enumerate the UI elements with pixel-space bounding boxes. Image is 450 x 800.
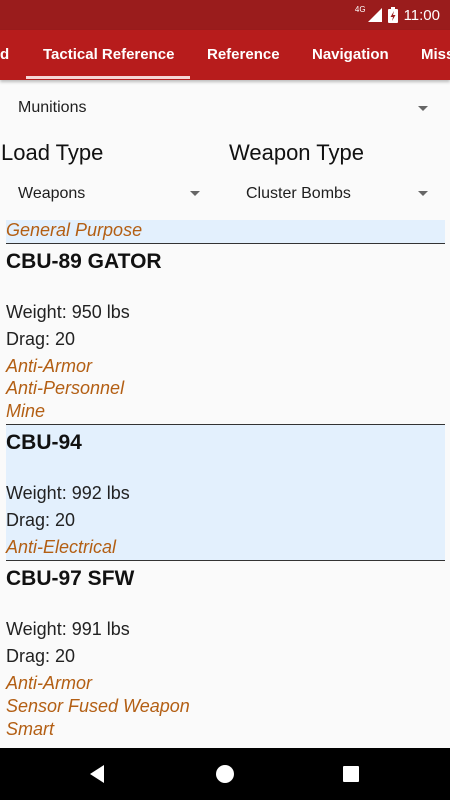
weapon-name: CBU-94 <box>6 431 82 454</box>
load-type-dropdown[interactable]: Weapons <box>0 176 220 212</box>
tab-reference[interactable]: Reference <box>207 30 280 80</box>
weapon-name: CBU-97 SFW <box>6 567 135 590</box>
weapon-tag: Anti-Armor <box>6 673 93 693</box>
tab-bar: d Tactical Reference Reference Navigatio… <box>0 30 450 80</box>
signal-icon <box>367 8 382 22</box>
weapon-weight: Weight: 950 lbs <box>6 302 130 322</box>
weapon-list[interactable]: General Purpose CBU-89 GATOR Weight: 950… <box>0 220 450 748</box>
app-screen: 4G 11:00 d Tactical Reference Reference … <box>0 0 450 800</box>
dropdown-arrow-icon <box>418 191 428 196</box>
weapon-weight: Weight: 992 lbs <box>6 483 130 503</box>
weapon-type-value: Cluster Bombs <box>246 185 351 202</box>
dropdown-arrow-icon <box>190 191 200 196</box>
load-type-label: Load Type <box>1 140 104 165</box>
load-type-value: Weapons <box>18 185 86 202</box>
weapon-tag: Anti-Electrical <box>6 537 117 557</box>
weapon-type-label: Weapon Type <box>229 140 364 165</box>
weapon-drag: Drag: 20 <box>6 646 76 666</box>
weapon-drag: Drag: 20 <box>6 510 76 530</box>
weapon-tag: Anti-Personnel <box>6 378 125 398</box>
navigation-bar <box>0 748 450 800</box>
weapon-tag: Mine <box>6 401 46 421</box>
tab-partial-right[interactable]: Miss <box>421 30 450 80</box>
home-icon[interactable] <box>216 765 234 783</box>
category-value: Munitions <box>18 99 87 116</box>
tab-tactical-reference[interactable]: Tactical Reference <box>43 30 174 80</box>
weapon-type-dropdown[interactable]: Cluster Bombs <box>228 176 450 212</box>
weapon-drag: Drag: 20 <box>6 329 76 349</box>
weapon-tag: Anti-Armor <box>6 356 93 376</box>
weapon-weight: Weight: 991 lbs <box>6 619 130 639</box>
status-bar: 4G 11:00 <box>0 0 450 30</box>
status-icons: 4G 11:00 <box>355 0 440 30</box>
weapon-tag: Smart <box>6 719 55 739</box>
weapon-name: CBU-89 GATOR <box>6 250 162 273</box>
network-type: 4G <box>354 4 366 14</box>
recent-apps-icon[interactable] <box>343 766 359 782</box>
weapon-tag: Sensor Fused Weapon <box>6 696 190 716</box>
category-dropdown[interactable]: Munitions <box>0 90 450 128</box>
tab-partial-left[interactable]: d <box>0 30 9 80</box>
back-icon[interactable] <box>90 765 104 783</box>
active-tab-indicator <box>26 76 190 79</box>
weapon-tag: General Purpose <box>6 220 143 240</box>
clock: 11:00 <box>403 6 440 24</box>
battery-charging-icon <box>387 7 398 23</box>
dropdown-arrow-icon <box>418 106 428 111</box>
tab-navigation[interactable]: Navigation <box>312 30 389 80</box>
